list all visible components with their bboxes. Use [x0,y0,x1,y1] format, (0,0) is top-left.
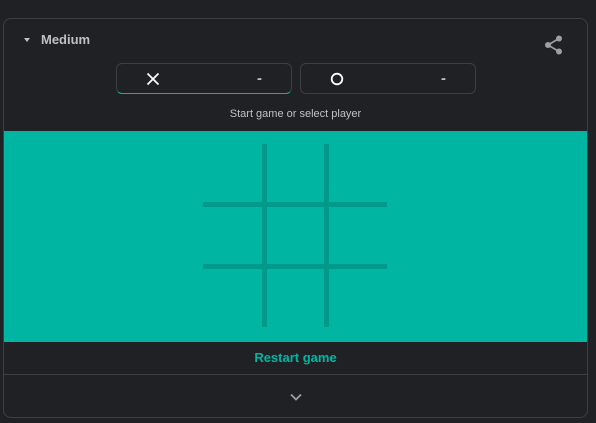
board-cell[interactable] [265,206,327,268]
player-selector: - - [116,63,476,94]
board-cell[interactable] [203,268,265,330]
game-header: Medium [4,19,587,65]
board-area [4,131,587,342]
o-mark-icon [330,72,344,86]
player-x-button[interactable]: - [116,63,292,94]
board-cell[interactable] [265,268,327,330]
game-status-text: Start game or select player [229,108,362,120]
player-x-score: - [257,70,262,87]
share-icon[interactable] [543,34,565,56]
board-cell[interactable] [327,268,389,330]
board-cell[interactable] [327,206,389,268]
board-cell[interactable] [265,144,327,206]
caret-down-icon [24,38,30,42]
game-board [203,144,389,330]
divider [4,374,587,375]
x-mark-icon [146,72,160,86]
player-o-button[interactable]: - [300,63,476,94]
board-cell[interactable] [203,144,265,206]
chevron-down-icon[interactable] [288,389,304,405]
tic-tac-toe-card: Medium - - Start game or select player R… [3,18,588,418]
difficulty-dropdown[interactable]: Medium [24,32,90,47]
player-o-score: - [441,70,446,87]
restart-game-button[interactable]: Restart game [4,342,587,374]
board-cell[interactable] [327,144,389,206]
board-cell[interactable] [203,206,265,268]
difficulty-label: Medium [41,32,91,47]
